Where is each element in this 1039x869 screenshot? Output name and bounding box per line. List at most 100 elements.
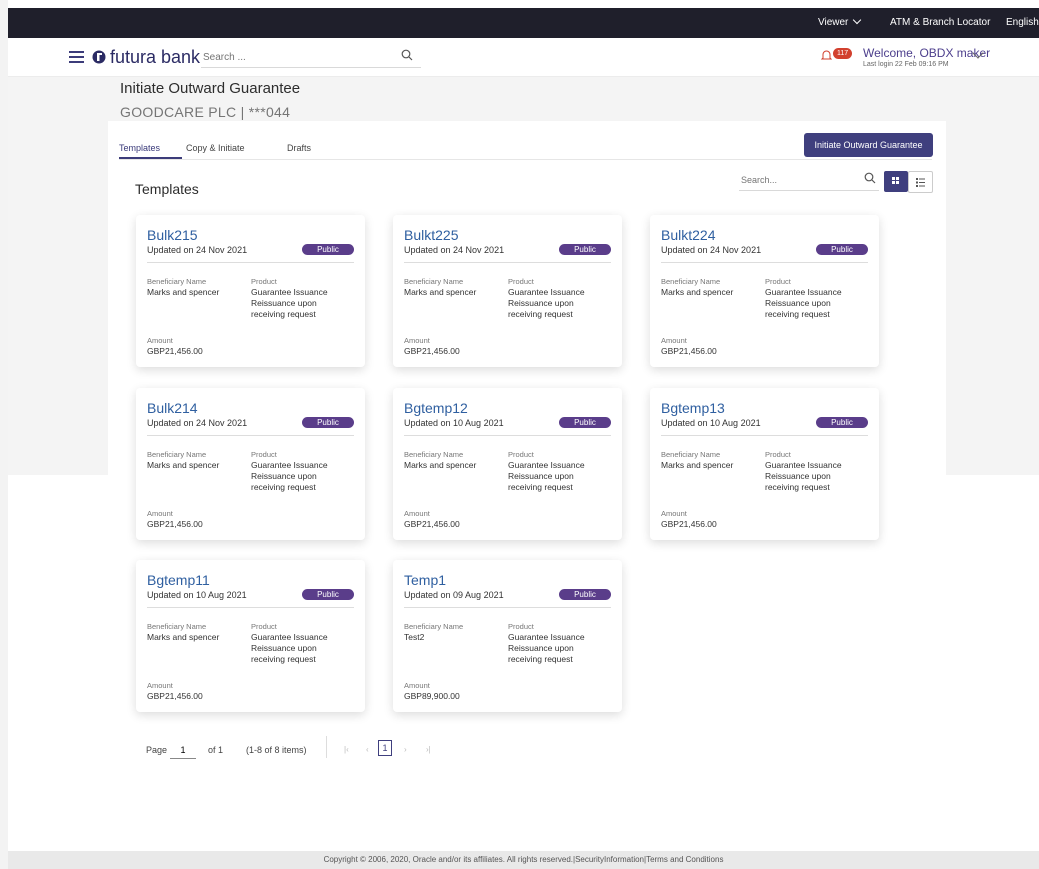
amount-label: Amount (661, 336, 687, 345)
amount-value: GBP21,456.00 (147, 346, 203, 356)
amount-label: Amount (404, 681, 430, 690)
card-divider (147, 262, 354, 263)
atm-branch-locator-link[interactable]: ATM & Branch Locator (890, 17, 990, 28)
card-divider (404, 435, 611, 436)
page-number-input[interactable] (170, 742, 196, 759)
template-updated: Updated on 10 Aug 2021 (404, 418, 504, 428)
grid-view-button[interactable] (884, 171, 908, 192)
page-title: Initiate Outward Guarantee (120, 80, 301, 97)
pagination-divider (326, 736, 327, 758)
viewer-dropdown[interactable]: Viewer (818, 15, 862, 28)
amount-label: Amount (404, 336, 430, 345)
tab-templates[interactable]: Templates (119, 143, 160, 153)
menu-icon[interactable] (69, 51, 84, 63)
product-label: Product (508, 277, 534, 286)
tab-drafts[interactable]: Drafts (287, 143, 311, 153)
page-label: Page (146, 745, 168, 755)
product-value: Guarantee Issuance Reissuance upon recei… (765, 287, 842, 319)
visibility-badge: Public (302, 244, 354, 255)
previous-page-icon[interactable]: ‹ (366, 745, 369, 754)
search-icon[interactable] (864, 172, 876, 184)
current-page-button[interactable]: 1 (378, 740, 392, 756)
beneficiary-value: Marks and spencer (404, 460, 477, 470)
list-view-button[interactable] (908, 171, 933, 193)
amount-value: GBP21,456.00 (661, 519, 717, 529)
notification-count-badge: 117 (833, 48, 853, 59)
visibility-badge: Public (559, 417, 611, 428)
templates-search-input[interactable] (739, 171, 851, 185)
visibility-badge: Public (816, 417, 868, 428)
initiate-outward-guarantee-button[interactable]: Initiate Outward Guarantee (804, 133, 933, 157)
template-card[interactable]: Bgtemp13 Updated on 10 Aug 2021 Public B… (650, 388, 879, 540)
template-name[interactable]: Bulk215 (147, 227, 198, 243)
amount-value: GBP89,900.00 (404, 691, 460, 701)
search-icon[interactable] (401, 49, 413, 61)
brand-name: futura bank (110, 47, 201, 67)
template-card[interactable]: Bgtemp12 Updated on 10 Aug 2021 Public B… (393, 388, 622, 540)
template-name[interactable]: Bulk214 (147, 400, 198, 416)
amount-label: Amount (661, 509, 687, 518)
beneficiary-label: Beneficiary Name (147, 450, 207, 459)
visibility-badge: Public (816, 244, 868, 255)
template-card[interactable]: Bulk214 Updated on 24 Nov 2021 Public Be… (136, 388, 365, 540)
language-dropdown[interactable]: English (1006, 17, 1039, 28)
beneficiary-value: Test2 (404, 632, 425, 642)
template-updated: Updated on 24 Nov 2021 (404, 245, 505, 255)
template-name[interactable]: Temp1 (404, 572, 446, 588)
template-updated: Updated on 10 Aug 2021 (661, 418, 761, 428)
last-page-icon[interactable]: ›| (426, 745, 431, 754)
template-updated: Updated on 09 Aug 2021 (404, 590, 504, 600)
product-label: Product (765, 277, 791, 286)
page-total: of 1 (208, 745, 224, 755)
visibility-badge: Public (302, 589, 354, 600)
product-label: Product (251, 450, 277, 459)
next-page-icon[interactable]: › (404, 745, 407, 754)
template-name[interactable]: Bgtemp12 (404, 400, 468, 416)
first-page-icon[interactable]: |‹ (344, 745, 349, 754)
visibility-badge: Public (559, 244, 611, 255)
notification-bell-icon[interactable] (821, 49, 832, 61)
items-count: (1-8 of 8 items) (246, 745, 307, 755)
product-value: Guarantee Issuance Reissuance upon recei… (251, 287, 328, 319)
product-value: Guarantee Issuance Reissuance upon recei… (508, 632, 585, 664)
beneficiary-label: Beneficiary Name (404, 622, 464, 631)
beneficiary-label: Beneficiary Name (661, 277, 721, 286)
beneficiary-label: Beneficiary Name (404, 450, 464, 459)
template-card[interactable]: Temp1 Updated on 09 Aug 2021 Public Bene… (393, 560, 622, 712)
welcome-user[interactable]: Welcome, OBDX maker (863, 46, 990, 60)
card-divider (404, 607, 611, 608)
template-name[interactable]: Bulkt225 (404, 227, 458, 243)
visibility-badge: Public (302, 417, 354, 428)
beneficiary-label: Beneficiary Name (661, 450, 721, 459)
product-label: Product (251, 622, 277, 631)
product-label: Product (251, 277, 277, 286)
tab-copy-initiate[interactable]: Copy & Initiate (186, 143, 245, 153)
beneficiary-label: Beneficiary Name (147, 277, 207, 286)
template-card[interactable]: Bulkt224 Updated on 24 Nov 2021 Public B… (650, 215, 879, 367)
party-info: GOODCARE PLC | ***044 (120, 104, 291, 120)
template-updated: Updated on 24 Nov 2021 (147, 418, 248, 428)
product-label: Product (508, 622, 534, 631)
template-card[interactable]: Bgtemp11 Updated on 10 Aug 2021 Public B… (136, 560, 365, 712)
template-name[interactable]: Bgtemp11 (147, 572, 210, 588)
amount-value: GBP21,456.00 (404, 346, 460, 356)
beneficiary-label: Beneficiary Name (147, 622, 207, 631)
template-updated: Updated on 10 Aug 2021 (147, 590, 247, 600)
template-card[interactable]: Bulk215 Updated on 24 Nov 2021 Public Be… (136, 215, 365, 367)
product-value: Guarantee Issuance Reissuance upon recei… (508, 460, 585, 492)
viewer-label: Viewer (818, 17, 849, 28)
product-label: Product (765, 450, 791, 459)
grid-icon (892, 177, 899, 184)
last-login: Last login 22 Feb 09:16 PM (863, 61, 949, 68)
amount-label: Amount (147, 509, 173, 518)
template-name[interactable]: Bulkt224 (661, 227, 715, 243)
beneficiary-value: Marks and spencer (147, 632, 220, 642)
bank-logo-icon (92, 50, 106, 64)
beneficiary-value: Marks and spencer (661, 287, 734, 297)
global-search-input[interactable] (201, 49, 383, 63)
template-name[interactable]: Bgtemp13 (661, 400, 725, 416)
tabs-divider (119, 159, 932, 160)
amount-label: Amount (147, 681, 173, 690)
footer: Copyright © 2006, 2020, Oracle and/or it… (8, 851, 1039, 869)
template-card[interactable]: Bulkt225 Updated on 24 Nov 2021 Public B… (393, 215, 622, 367)
